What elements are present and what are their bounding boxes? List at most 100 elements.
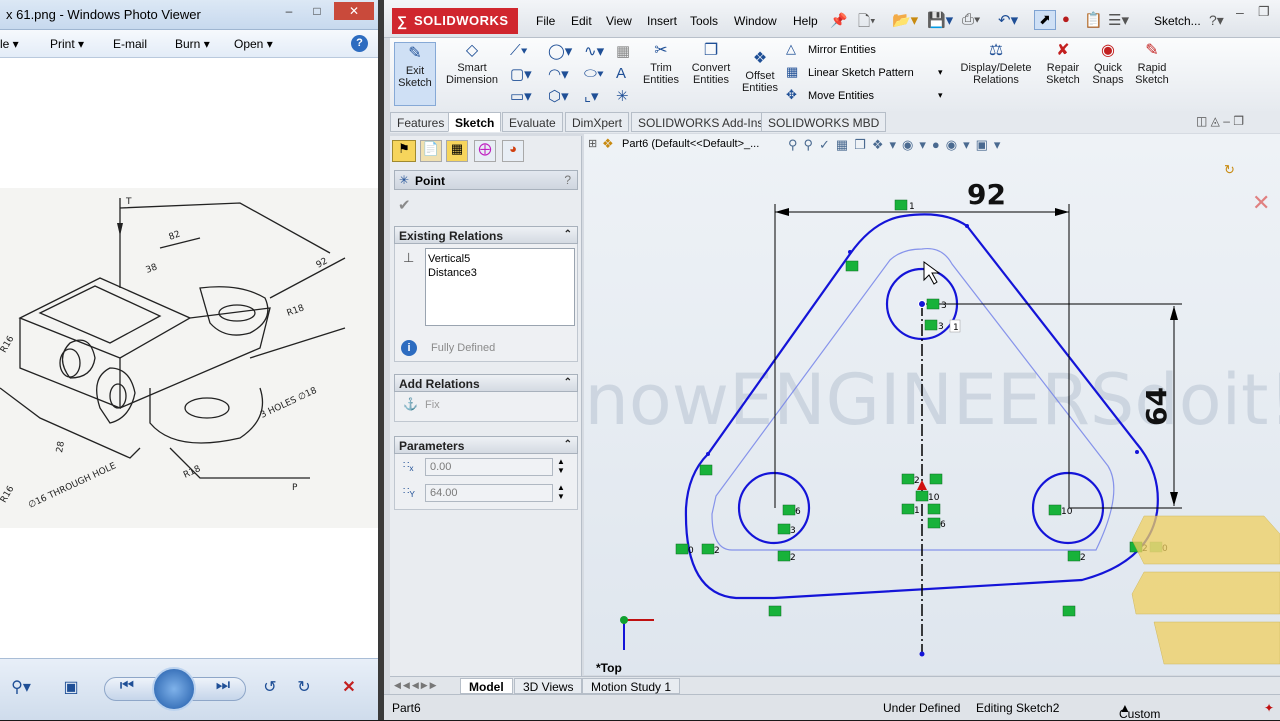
display-manager-icon[interactable]: ◕ (502, 140, 524, 162)
delete-icon[interactable]: ✕ (336, 677, 362, 699)
menu-open[interactable]: Open ▾ (234, 37, 273, 51)
relation-item[interactable]: Vertical5 (428, 252, 572, 266)
tab-addins[interactable]: SOLIDWORKS Add-Ins (631, 112, 771, 132)
rectangle-icon[interactable]: ▢▾ (510, 65, 532, 83)
y-coordinate-field[interactable]: 64.00 (425, 484, 553, 502)
rebuild-icon[interactable]: ● (1062, 11, 1070, 26)
options-icon[interactable]: ☰▾ (1108, 11, 1129, 29)
plane-icon[interactable]: ▦ (616, 42, 630, 60)
tab-scroll-icons[interactable]: ◀◀◀▶▶ (394, 680, 439, 691)
tab-mbd[interactable]: SOLIDWORKS MBD (761, 112, 887, 132)
minimize-button[interactable]: – (276, 2, 302, 20)
rotate-right-icon[interactable]: ↻ (292, 677, 316, 699)
exit-sketch-button[interactable]: ✎ Exit Sketch (394, 42, 436, 106)
tab-dimxpert[interactable]: DimXpert (565, 112, 630, 132)
new-document-icon[interactable]: 🗋▾ (858, 11, 876, 36)
x-coordinate-field[interactable]: 0.00 (425, 458, 553, 476)
menu-file[interactable]: File (536, 14, 555, 28)
menu-edit[interactable]: Edit (571, 14, 592, 28)
dimension-width[interactable]: 92 (967, 178, 1006, 211)
maximize-button[interactable]: □ (304, 2, 330, 20)
select-icon[interactable]: ⬈ (1034, 10, 1056, 30)
solidworks-logo[interactable]: ∑ SOLIDWORKS (392, 8, 518, 34)
line-icon[interactable]: ⟋▾ (510, 42, 528, 59)
fillet-icon[interactable]: ⌞▾ (584, 87, 599, 105)
trim-entities-button[interactable]: ✂ Trim Entities (638, 42, 684, 86)
ellipse-icon[interactable]: ⬭▾ (584, 65, 604, 82)
rapid-sketch-button[interactable]: ✎ Rapid Sketch (1130, 42, 1174, 86)
tab-sketch[interactable]: Sketch (448, 112, 502, 132)
dimension-height[interactable]: 64 (1140, 387, 1173, 426)
slot-icon[interactable]: ▭▾ (510, 87, 532, 105)
tab-motion-study[interactable]: Motion Study 1 (582, 678, 681, 694)
status-icon[interactable]: ✦ (1264, 701, 1274, 715)
convert-entities-button[interactable]: ❐ Convert Entities (688, 42, 734, 86)
pin-icon[interactable]: 📌 (830, 12, 847, 29)
point-icon[interactable]: ✳ (616, 87, 629, 105)
display-delete-relations-button[interactable]: ⚖ Display/Delete Relations (956, 42, 1036, 86)
menu-view[interactable]: View (606, 14, 632, 28)
save-icon[interactable]: 💾▾ (927, 11, 953, 29)
y-spinner[interactable]: ▲ ▼ (557, 483, 565, 501)
move-entities-button[interactable]: Move Entities (808, 90, 874, 102)
repair-sketch-button[interactable]: ✘ Repair Sketch (1040, 42, 1086, 86)
parameters-header[interactable]: Parameters ⌃ (394, 436, 578, 454)
restore-button[interactable]: ❐ (1258, 4, 1270, 20)
tile-icon[interactable]: ◫ ◬ – ❐ (1196, 114, 1244, 128)
undo-icon[interactable]: ↶▾ (998, 11, 1018, 29)
offset-entities-button[interactable]: ❖ Offset Entities (738, 50, 782, 94)
spline-icon[interactable]: ∿▾ (584, 42, 604, 60)
menu-email[interactable]: E-mail (113, 37, 147, 51)
sketch-dropdown[interactable]: Sketch... (1154, 14, 1201, 28)
fix-relation[interactable]: Fix (425, 399, 440, 411)
menu-print[interactable]: Print ▾ (50, 37, 84, 51)
help-icon[interactable]: ? (351, 35, 368, 52)
property-manager-icon[interactable]: 📄 (420, 140, 442, 162)
linear-sketch-pattern-button[interactable]: Linear Sketch Pattern (808, 67, 914, 79)
open-icon[interactable]: 📂▾ (892, 11, 918, 29)
graphics-area[interactable]: ⊞ ❖ Part6 (Default<<Default>_... ⚲⚲✓▦❐❖▾… (584, 134, 1280, 675)
x-spinner[interactable]: ▲ ▼ (557, 457, 565, 475)
dimxpert-manager-icon[interactable]: ⨁ (474, 140, 496, 162)
tab-3d-views[interactable]: 3D Views (514, 678, 583, 694)
mirror-entities-button[interactable]: Mirror Entities (808, 44, 876, 56)
units-dropdown[interactable]: Custom ▲ (1119, 701, 1160, 721)
circle-icon[interactable]: ◯▾ (548, 42, 572, 60)
text-icon[interactable]: A (616, 65, 626, 82)
existing-relations-header[interactable]: Existing Relations ⌃ (394, 226, 578, 244)
relations-list[interactable]: Vertical5 Distance3 (425, 248, 575, 326)
zoom-icon[interactable]: ⚲▾ (4, 677, 38, 699)
tab-features[interactable]: Features (390, 112, 452, 132)
next-icon[interactable]: ⏭ (210, 677, 236, 699)
polygon-icon[interactable]: ⬡▾ (548, 87, 569, 105)
menu-window[interactable]: Window (734, 14, 777, 28)
menu-tools[interactable]: Tools (690, 14, 718, 28)
configuration-manager-icon[interactable]: ▦ (446, 140, 468, 162)
menu-file[interactable]: le ▾ (0, 37, 19, 51)
linear-pattern-dropdown[interactable]: ▾ (938, 67, 943, 78)
menu-help[interactable]: Help (793, 14, 818, 28)
actual-size-icon[interactable]: ▣ (60, 677, 82, 699)
rotate-left-icon[interactable]: ↺ (258, 677, 282, 699)
feature-manager-icon[interactable]: ⚑ (392, 140, 416, 162)
slideshow-button[interactable] (152, 667, 196, 711)
photo-viewer-window: x 61.png - Windows Photo Viewer – □ ✕ le… (0, 0, 378, 720)
smart-dimension-button[interactable]: ◇ Smart Dimension (444, 42, 500, 86)
tab-model[interactable]: Model (460, 678, 513, 694)
file-properties-icon[interactable]: 📋 (1084, 11, 1103, 29)
help-icon[interactable]: ?▾ (1209, 12, 1224, 29)
pm-help-button[interactable]: ? (564, 173, 571, 187)
move-dropdown[interactable]: ▾ (938, 90, 943, 101)
ok-check-icon[interactable]: ✔ (398, 196, 411, 214)
add-relations-header[interactable]: Add Relations ⌃ (394, 374, 578, 392)
print-icon[interactable]: ⎙▾ (962, 11, 980, 28)
tab-evaluate[interactable]: Evaluate (502, 112, 563, 132)
close-button[interactable]: ✕ (334, 2, 374, 20)
relation-item[interactable]: Distance3 (428, 266, 572, 280)
minimize-button[interactable]: – (1236, 4, 1244, 20)
previous-icon[interactable]: ⏮ (114, 677, 140, 699)
quick-snaps-button[interactable]: ◉ Quick Snaps (1088, 42, 1128, 86)
menu-burn[interactable]: Burn ▾ (175, 37, 210, 51)
arc-icon[interactable]: ◠▾ (548, 65, 569, 83)
menu-insert[interactable]: Insert (647, 14, 677, 28)
